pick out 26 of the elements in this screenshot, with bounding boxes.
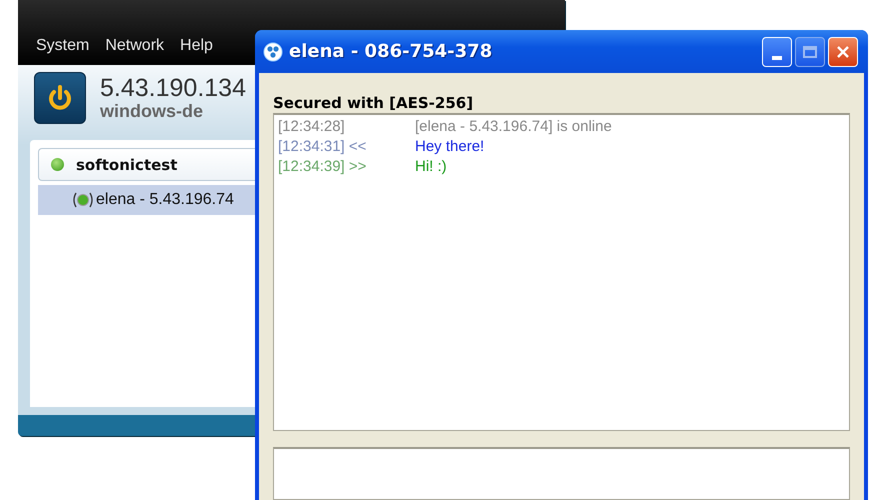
message-text: Hey there! — [415, 137, 484, 157]
security-label: Secured with [AES-256] — [273, 93, 474, 113]
network-name: softonictest — [76, 156, 178, 174]
message-input-field[interactable] — [273, 447, 850, 500]
network-group[interactable]: softonictest — [38, 148, 255, 181]
menu-item[interactable]: Help — [172, 37, 221, 55]
ip-address: 5.43.190.134 — [100, 75, 246, 101]
minimize-button[interactable] — [762, 36, 792, 66]
menu-item[interactable]: System — [28, 37, 98, 55]
app-icon — [263, 42, 283, 62]
close-icon — [836, 44, 850, 58]
maximize-button[interactable] — [795, 36, 825, 66]
hostname: windows-de — [100, 101, 204, 121]
message-time: [12:34:28] — [278, 117, 346, 137]
minimize-icon — [772, 56, 782, 60]
power-button[interactable] — [34, 72, 86, 124]
close-button[interactable] — [828, 36, 858, 66]
maximize-icon — [803, 46, 817, 58]
message-time: [12:34:31] << — [278, 137, 368, 157]
member-row[interactable]: elena - 5.43.196.74 — [38, 185, 255, 215]
message-text: [elena - 5.43.196.74] is online — [415, 117, 612, 137]
message-text: Hi! :) — [415, 157, 447, 177]
window-title: elena - 086-754-378 — [289, 41, 494, 62]
menu-item[interactable]: Network — [97, 37, 172, 55]
member-name: elena - 5.43.196.74 — [96, 191, 234, 209]
message-time: [12:34:39] >> — [278, 157, 368, 177]
